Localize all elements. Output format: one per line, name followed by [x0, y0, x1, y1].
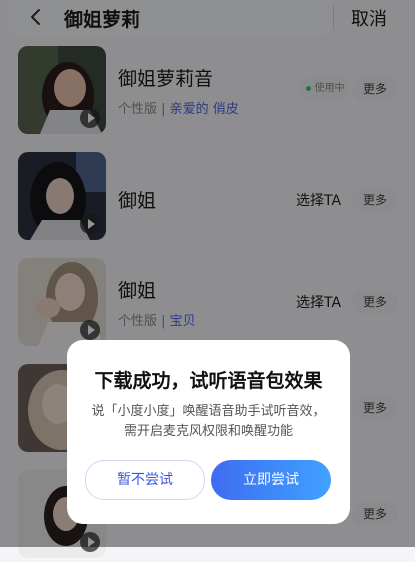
dialog-description: 说「小度小度」唤醒语音助手试听音效，需开启麦克风权限和唤醒功能 — [91, 404, 326, 439]
download-success-dialog: 下载成功，试听语音包效果 说「小度小度」唤醒语音助手试听音效，需开启麦克风权限和… — [67, 340, 350, 524]
not-now-button[interactable]: 暂不尝试 — [85, 460, 205, 500]
dialog-title: 下载成功，试听语音包效果 — [94, 370, 323, 392]
try-now-button[interactable]: 立即尝试 — [211, 460, 331, 500]
